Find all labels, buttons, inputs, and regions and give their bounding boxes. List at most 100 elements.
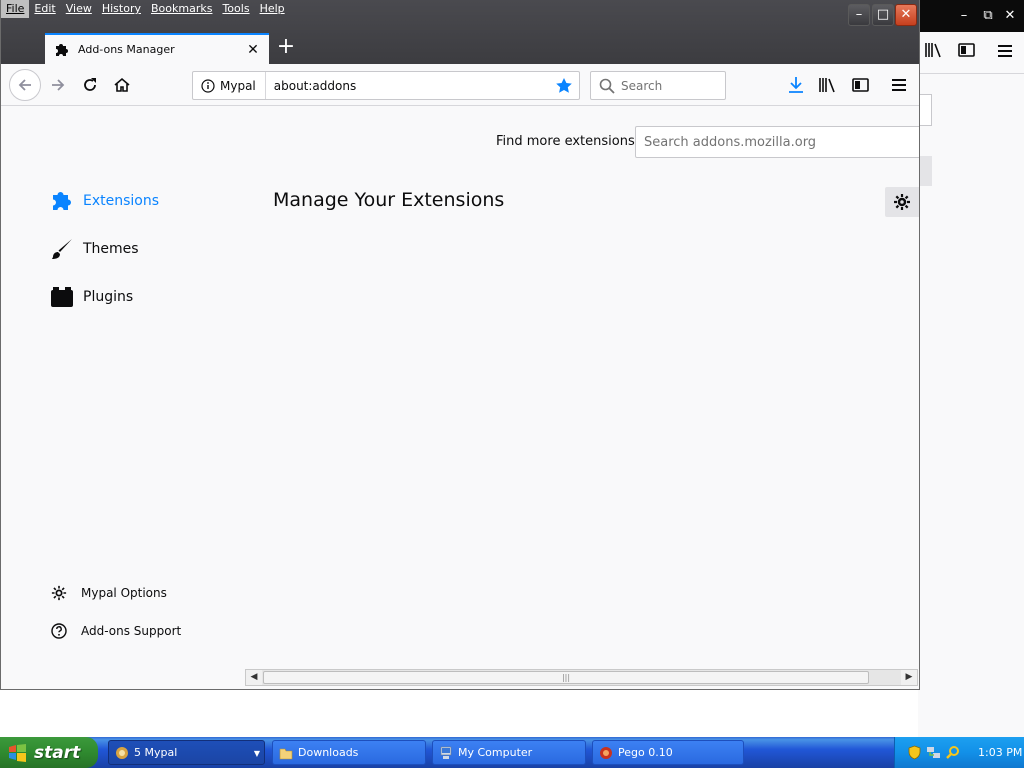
reload-icon	[84, 78, 96, 91]
sidebar-button[interactable]	[846, 72, 874, 98]
bg-close-button[interactable]: ✕	[998, 6, 1022, 26]
gear-icon	[51, 585, 67, 601]
horizontal-scrollbar[interactable]: ◀ ||| ▶	[245, 669, 918, 686]
app-menu-button[interactable]	[885, 72, 913, 98]
category-plugins[interactable]: Plugins	[49, 283, 133, 311]
home-button[interactable]	[108, 72, 136, 98]
addons-manager-content: Find more extensions Search addons.mozil…	[1, 107, 919, 689]
bg-sidebar-icon[interactable]	[955, 42, 977, 64]
taskbar-button-downloads[interactable]: Downloads	[272, 740, 426, 765]
puzzle-piece-icon	[56, 43, 68, 56]
mypal-group-icon	[116, 746, 128, 759]
site-identity-button[interactable]: Mypal	[193, 72, 266, 99]
sidebar-icon	[851, 78, 869, 92]
identity-label: Mypal	[220, 78, 256, 93]
titlebar: File Edit View History Bookmarks Tools H…	[1, 0, 919, 64]
close-window-button[interactable]: ✕	[895, 4, 917, 26]
library-button[interactable]	[814, 72, 842, 98]
scroll-thumb[interactable]: |||	[263, 671, 869, 684]
tab-close-icon[interactable]: ✕	[243, 42, 263, 58]
bg-minimize-button[interactable]: –	[952, 6, 976, 26]
taskbar-button-label: My Computer	[458, 746, 533, 759]
download-arrow-icon	[789, 77, 803, 93]
bg-gear-button-edge	[918, 156, 932, 186]
url-input[interactable]: about:addons	[274, 79, 555, 93]
network-icon[interactable]	[926, 745, 941, 760]
menu-file[interactable]: File	[1, 0, 30, 18]
addons-search-placeholder: Search addons.mozilla.org	[644, 135, 817, 150]
menu-help[interactable]: Help	[255, 0, 290, 18]
plugin-block-icon	[49, 284, 75, 310]
help-circle-icon	[51, 623, 67, 639]
taskbar-button-my-computer[interactable]: My Computer	[432, 740, 586, 765]
addons-support-label: Add-ons Support	[81, 624, 182, 638]
bg-library-icon[interactable]	[923, 42, 945, 64]
forward-arrow-icon	[52, 79, 65, 91]
menu-view[interactable]: View	[61, 0, 97, 18]
maximize-button[interactable]: □	[872, 4, 894, 26]
system-tray: 1:03 PM	[894, 737, 1024, 768]
minimize-button[interactable]: –	[848, 4, 870, 26]
menu-tools[interactable]: Tools	[217, 0, 254, 18]
security-shield-icon[interactable]	[907, 745, 922, 760]
search-bar[interactable]: Search	[590, 71, 726, 100]
menu-edit[interactable]: Edit	[29, 0, 60, 18]
bg-menu-icon[interactable]	[994, 42, 1016, 64]
mypal-options-link[interactable]: Mypal Options	[51, 583, 167, 603]
forward-button[interactable]	[44, 72, 72, 98]
addons-search-input[interactable]: Search addons.mozilla.org	[635, 126, 919, 158]
category-themes-label: Themes	[83, 241, 139, 257]
start-button[interactable]: start	[0, 737, 98, 768]
url-bar[interactable]: Mypal about:addons	[192, 71, 580, 100]
addons-support-link[interactable]: Add-ons Support	[51, 621, 181, 641]
category-plugins-label: Plugins	[83, 289, 134, 305]
scroll-right-arrow[interactable]: ▶	[901, 670, 917, 685]
taskbar-button-pego[interactable]: Pego 0.10	[592, 740, 744, 765]
puzzle-piece-icon	[49, 188, 75, 214]
windows-flag-icon	[9, 743, 26, 762]
category-extensions[interactable]: Extensions	[49, 187, 159, 215]
search-magnifier-icon[interactable]	[945, 745, 960, 760]
new-tab-button[interactable]: +	[275, 36, 297, 59]
taskbar-button-mypal[interactable]: 5 Mypal ▼	[108, 740, 265, 765]
home-icon	[114, 77, 130, 92]
back-button[interactable]	[9, 69, 41, 101]
taskbar-button-label: 5 Mypal	[134, 746, 178, 759]
info-icon	[201, 78, 215, 93]
start-label: start	[34, 742, 81, 763]
scroll-left-arrow[interactable]: ◀	[246, 670, 262, 685]
bg-restore-button[interactable]: ⧉	[976, 6, 1000, 26]
pego-icon	[600, 746, 612, 759]
menubar: File Edit View History Bookmarks Tools H…	[1, 0, 290, 18]
my-computer-icon	[440, 746, 452, 759]
taskbar-button-label: Downloads	[298, 746, 359, 759]
downloads-button[interactable]	[782, 72, 810, 98]
search-icon	[599, 78, 615, 94]
taskbar: start 5 Mypal ▼ Downloads My Computer Pe…	[0, 737, 1024, 768]
menu-history[interactable]: History	[97, 0, 146, 18]
library-icon	[819, 78, 835, 93]
menu-bookmarks[interactable]: Bookmarks	[146, 0, 217, 18]
taskbar-button-label: Pego 0.10	[618, 746, 673, 759]
reload-button[interactable]	[76, 72, 104, 98]
search-placeholder: Search	[621, 78, 663, 93]
bookmark-star-icon[interactable]	[555, 77, 573, 95]
back-arrow-icon	[18, 79, 31, 91]
background-titlebar: – ⧉ ✕	[918, 0, 1024, 32]
category-themes[interactable]: Themes	[49, 235, 139, 263]
chevron-down-icon: ▼	[253, 749, 260, 758]
tab-addons-manager[interactable]: Add-ons Manager ✕	[45, 33, 269, 64]
tab-label: Add-ons Manager	[78, 43, 175, 56]
tools-gear-button[interactable]	[885, 187, 919, 217]
browser-window: File Edit View History Bookmarks Tools H…	[0, 0, 920, 690]
hamburger-menu-icon	[892, 79, 906, 91]
background-toolbar	[918, 32, 1024, 74]
mypal-options-label: Mypal Options	[81, 586, 167, 600]
background-browser-window: – ⧉ ✕	[918, 0, 1024, 737]
clock: 1:03 PM	[978, 746, 1023, 759]
find-more-extensions-label: Find more extensions	[496, 134, 635, 149]
bg-search-field-edge	[918, 94, 932, 126]
page-title: Manage Your Extensions	[273, 189, 505, 211]
paintbrush-icon	[49, 236, 75, 262]
folder-icon	[279, 748, 293, 759]
